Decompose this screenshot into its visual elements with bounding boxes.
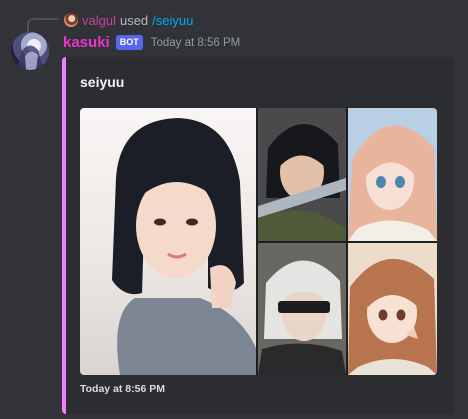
bot-avatar[interactable] bbox=[11, 32, 49, 70]
message-embed: seiyuu Today at 8:56 PM bbox=[62, 57, 454, 414]
reply-username[interactable]: valgul bbox=[82, 13, 116, 28]
character-image-3[interactable] bbox=[258, 243, 346, 375]
reply-avatar[interactable] bbox=[64, 13, 78, 27]
voice-actress-photo[interactable] bbox=[80, 108, 256, 375]
embed-image-gallery bbox=[80, 108, 437, 375]
reply-context[interactable]: valgul used /seiyuu bbox=[64, 11, 193, 29]
reply-action-text: used bbox=[119, 12, 149, 28]
character-image-1[interactable] bbox=[258, 108, 346, 241]
bot-badge: BOT bbox=[115, 35, 143, 50]
avatar-art-icon bbox=[17, 39, 44, 70]
reply-connector bbox=[27, 18, 59, 32]
message-timestamp[interactable]: Today at 8:56 PM bbox=[151, 37, 241, 49]
reply-command[interactable]: /seiyuu bbox=[152, 13, 193, 28]
author-username[interactable]: kasuki bbox=[63, 34, 110, 51]
message-header: kasuki BOT Today at 8:56 PM bbox=[63, 34, 240, 51]
character-image-4[interactable] bbox=[348, 243, 437, 375]
embed-footer-timestamp: Today at 8:56 PM bbox=[80, 383, 165, 395]
character-image-2[interactable] bbox=[348, 108, 437, 241]
embed-title: seiyuu bbox=[80, 74, 125, 90]
